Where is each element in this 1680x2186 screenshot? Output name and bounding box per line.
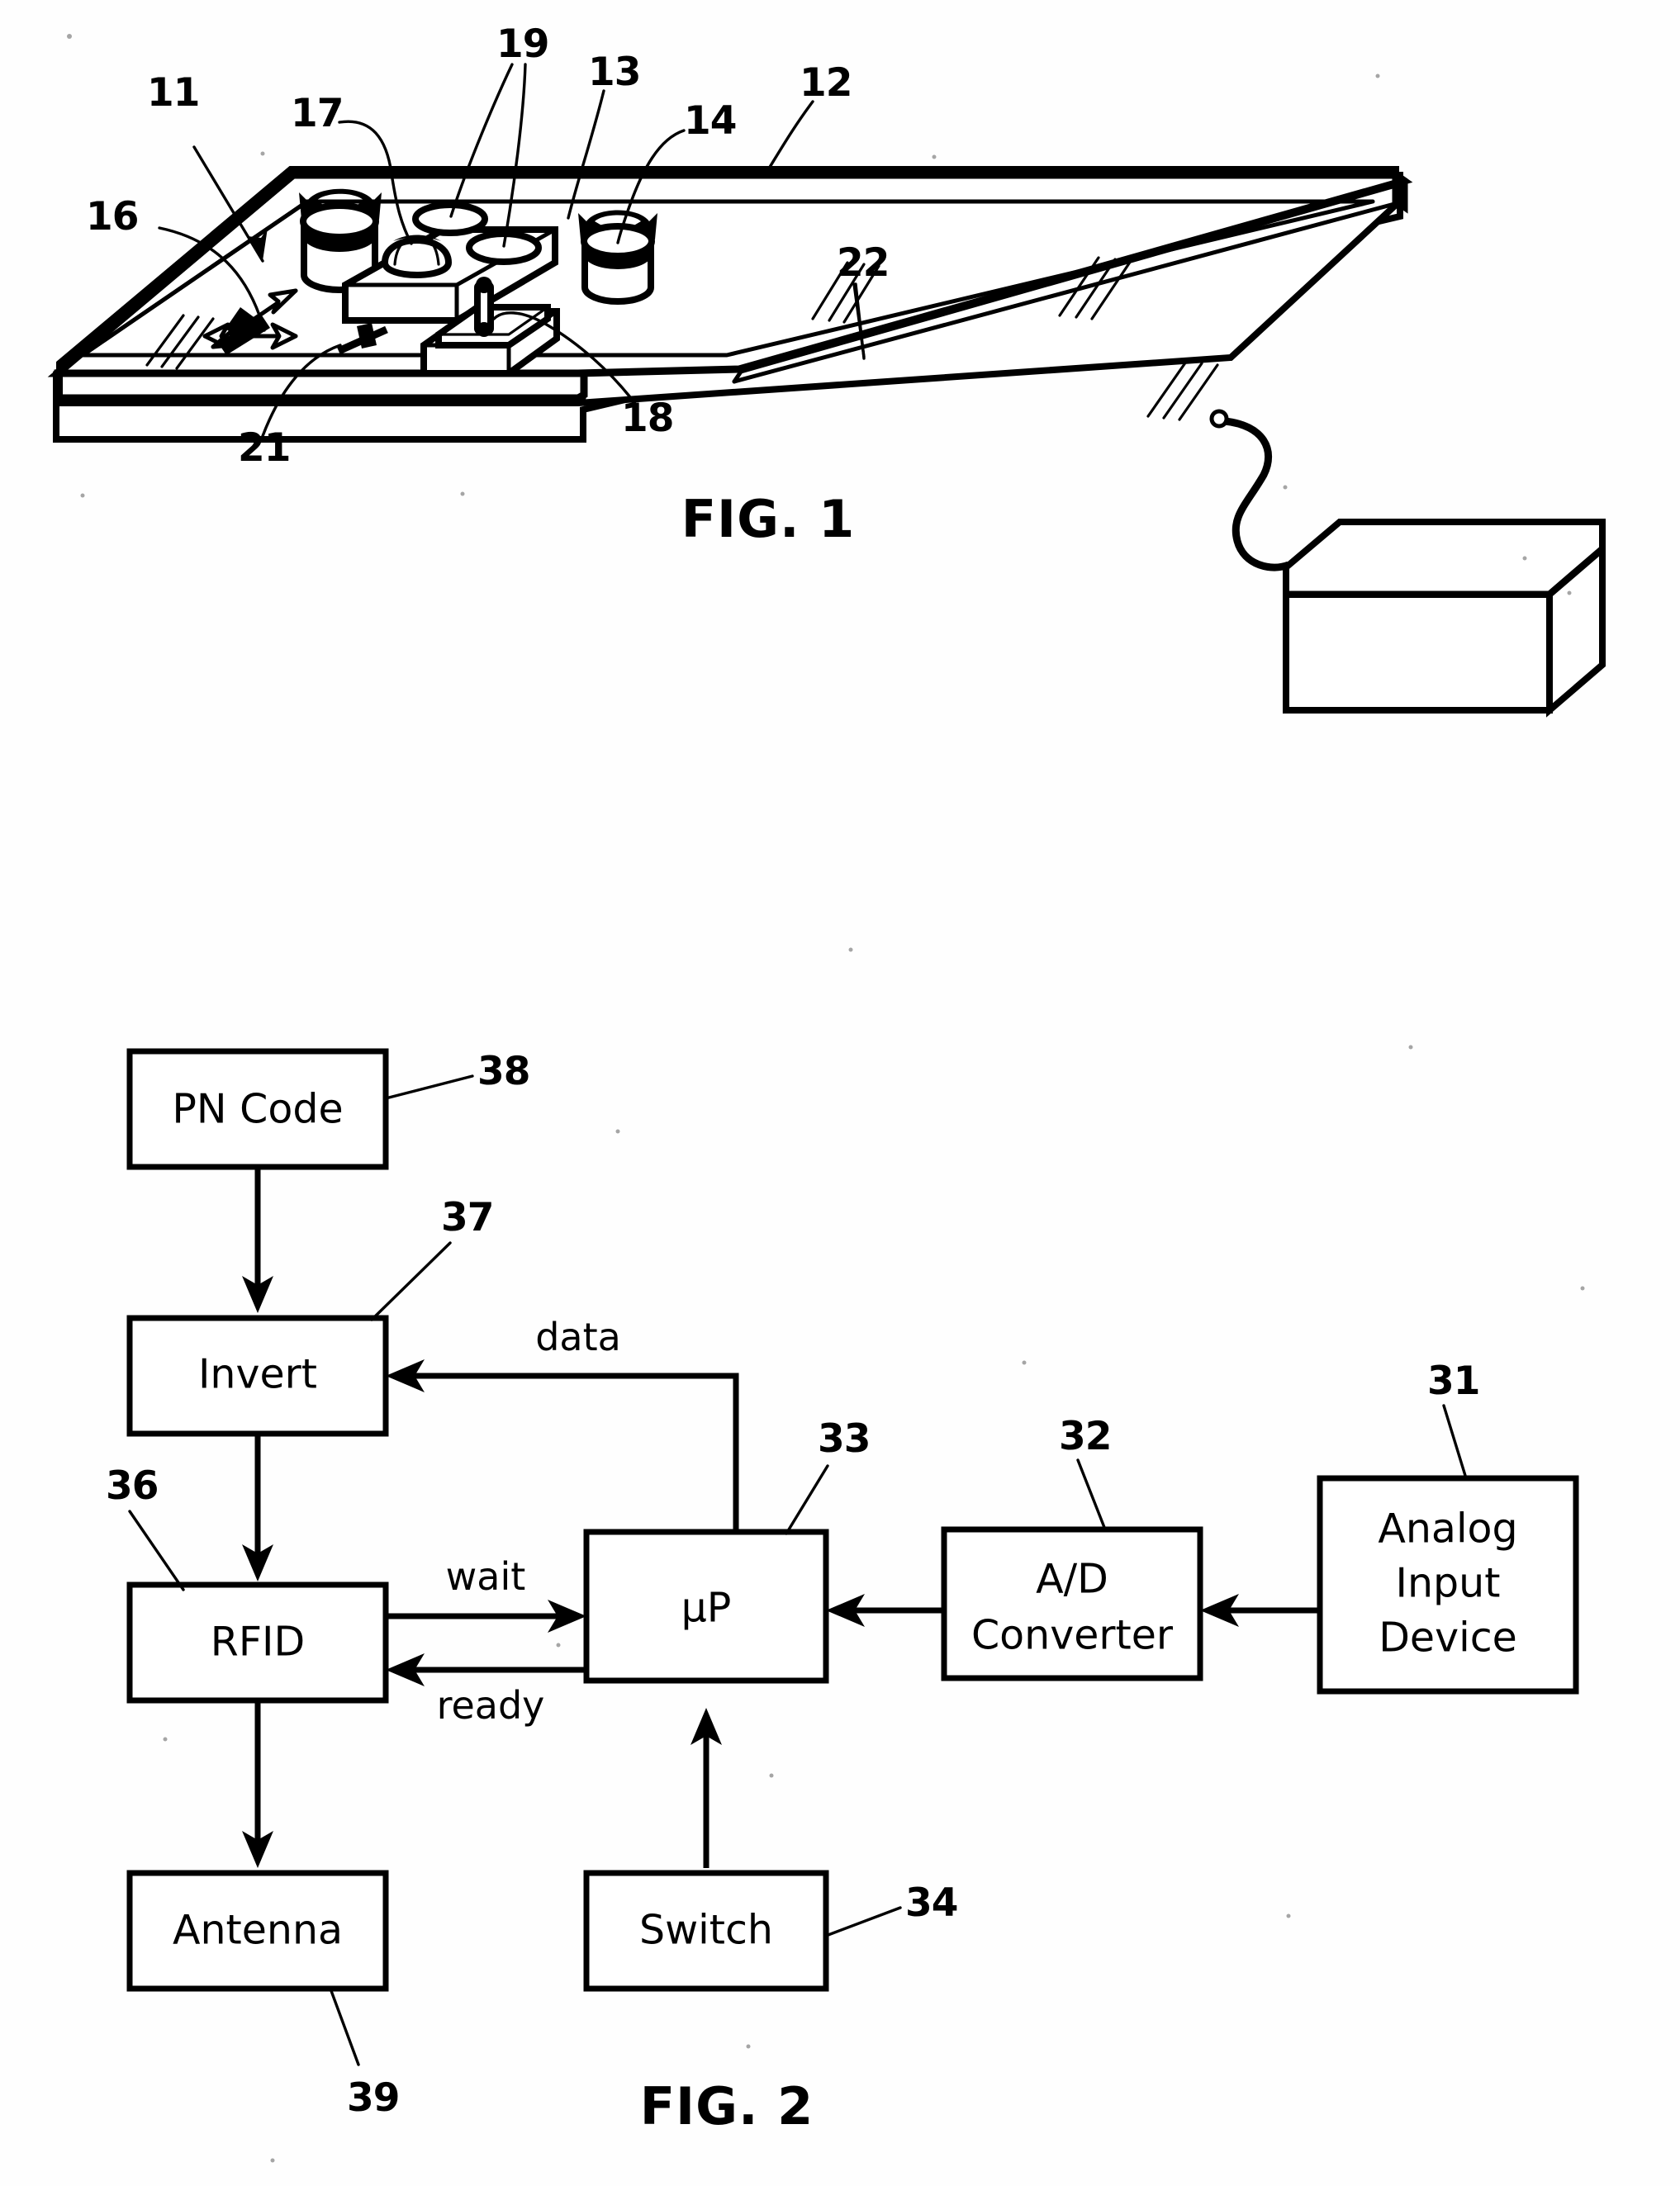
fig2-caption: FIG. 2 (640, 2076, 814, 2136)
block-label-analog-line3: Device (1379, 1615, 1517, 1662)
ref-num-38: 38 (477, 1049, 529, 1094)
connection-cable (1209, 409, 1290, 571)
arrow-wait-rfid-to-up: wait (386, 1554, 586, 1633)
ref-num-18: 18 (621, 396, 673, 441)
block-invert[interactable]: Invert (126, 1315, 389, 1437)
ref-num-17: 17 (291, 91, 343, 136)
fig1-caption: FIG. 1 (681, 489, 856, 549)
figure-2: PN Code 38 Invert 37 data RFID 36 wait r… (106, 1048, 1579, 2136)
arrow-pncode-to-invert (242, 1167, 273, 1313)
ref-num-39: 39 (347, 2075, 399, 2121)
block-pn-code[interactable]: PN Code (126, 1048, 389, 1170)
arrow-data-to-invert: data (386, 1315, 739, 1532)
rotary-knob-right[interactable] (578, 210, 657, 305)
block-label-pn-code: PN Code (172, 1086, 343, 1133)
ref-num-11: 11 (147, 70, 199, 116)
ref-leader-33: 33 (785, 1416, 871, 1535)
ref-num-21: 21 (238, 425, 290, 471)
ref-num-34: 34 (905, 1880, 957, 1926)
ref-num-33: 33 (818, 1416, 870, 1462)
ref-num-13: 13 (588, 50, 640, 95)
ref-leader-34: 34 (824, 1880, 958, 1937)
block-label-up: µP (681, 1585, 732, 1632)
ref-num-14: 14 (684, 98, 736, 144)
ref-num-22: 22 (837, 240, 889, 286)
ref-leader-38: 38 (384, 1049, 530, 1100)
block-label-ad-line1: A/D (1036, 1556, 1108, 1603)
block-label-antenna: Antenna (173, 1907, 343, 1954)
block-up[interactable]: µP (583, 1529, 829, 1684)
drawing-canvas: 11 12 13 14 16 17 19 18 21 22 FIG. 1 PN … (47, 21, 1606, 2163)
external-box (1283, 519, 1606, 718)
signal-label-wait: wait (446, 1554, 526, 1599)
signal-label-ready: ready (437, 1683, 545, 1728)
ref-leader-36: 36 (106, 1463, 185, 1591)
ref-leader-31: 31 (1427, 1359, 1480, 1480)
ref-num-16: 16 (86, 194, 138, 239)
ref-leader-32: 32 (1059, 1414, 1112, 1531)
ref-leader-37: 37 (370, 1195, 494, 1321)
ref-num-32: 32 (1059, 1414, 1111, 1459)
arrow-invert-to-rfid (242, 1434, 273, 1581)
figure-1: 11 12 13 14 16 17 19 18 21 22 FIG. 1 (47, 21, 1606, 718)
block-label-invert: Invert (198, 1351, 317, 1398)
arrow-analog-to-ad (1200, 1594, 1320, 1627)
arrow-switch-to-up (691, 1708, 722, 1868)
block-analog-input-device[interactable]: Analog Input Device (1317, 1475, 1579, 1695)
block-label-switch: Switch (639, 1907, 773, 1954)
block-label-ad-line2: Converter (971, 1612, 1174, 1659)
arrow-rfid-to-antenna (242, 1700, 273, 1868)
ref-leader-39: 39 (329, 1987, 400, 2121)
block-label-rfid: RFID (211, 1619, 305, 1666)
ref-num-19: 19 (496, 21, 548, 67)
block-ad-converter[interactable]: A/D Converter (941, 1526, 1203, 1681)
block-label-analog-line1: Analog (1378, 1506, 1517, 1553)
patent-drawing-sheet: 11 12 13 14 16 17 19 18 21 22 FIG. 1 PN … (0, 0, 1680, 2186)
block-switch[interactable]: Switch (583, 1870, 829, 1992)
ref-num-37: 37 (441, 1195, 493, 1240)
ref-num-12: 12 (800, 60, 852, 106)
arrow-ready-up-to-rfid: ready (386, 1653, 586, 1728)
arrow-ad-to-up (826, 1594, 944, 1627)
signal-label-data: data (535, 1315, 621, 1359)
block-antenna[interactable]: Antenna (126, 1870, 389, 1992)
block-label-analog-line2: Input (1396, 1560, 1501, 1607)
flat-button-upper[interactable] (412, 202, 488, 236)
ref-num-36: 36 (106, 1463, 158, 1509)
block-rfid[interactable]: RFID (126, 1581, 389, 1704)
ref-num-31: 31 (1427, 1359, 1479, 1404)
